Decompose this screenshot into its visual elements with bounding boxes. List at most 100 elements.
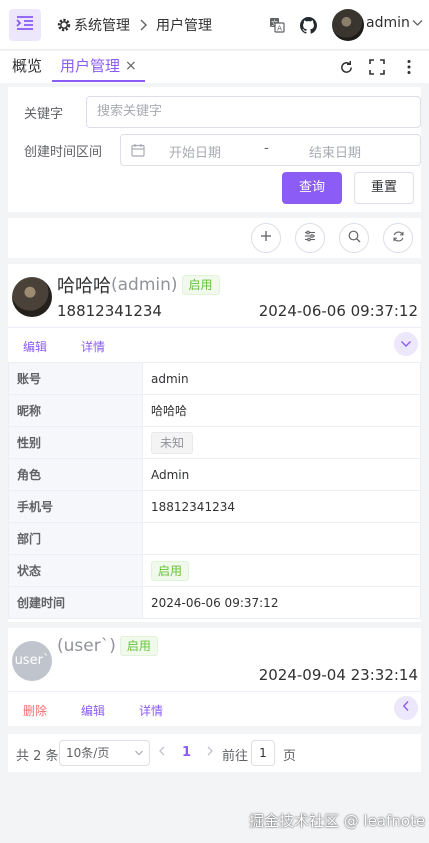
table-row: 昵称 哈哈哈 xyxy=(8,394,421,427)
chevron-left-icon xyxy=(402,700,410,716)
close-icon[interactable]: × xyxy=(125,51,137,81)
edit-button[interactable]: 编辑 xyxy=(23,338,47,355)
detail-key: 手机号 xyxy=(8,490,143,523)
page-size-value: 10条/页 xyxy=(66,746,110,760)
gender-tag: 未知 xyxy=(151,431,194,454)
breadcrumb-item-system[interactable]: 系统管理 xyxy=(74,15,130,35)
delete-button[interactable]: 删除 xyxy=(23,702,47,719)
refresh-icon[interactable] xyxy=(337,58,355,76)
goto-label: 前往 xyxy=(222,749,249,764)
search-icon xyxy=(348,230,361,247)
detail-key: 状态 xyxy=(8,554,143,587)
detail-value: Admin xyxy=(142,458,421,491)
user-created-time: 2024-09-04 23:32:14 xyxy=(258,666,418,684)
table-row: 手机号 18812341234 xyxy=(8,490,421,523)
date-separator: - xyxy=(264,141,269,156)
github-icon[interactable] xyxy=(299,16,317,34)
add-button[interactable] xyxy=(251,223,281,253)
pagination: 共 2 条 10条/页 1 前往 1 页 xyxy=(8,734,421,772)
card-actions: 编辑 详情 xyxy=(8,327,421,361)
column-settings-button[interactable] xyxy=(295,223,325,253)
table-row: 账号 admin xyxy=(8,362,421,395)
date-range-picker[interactable]: 开始日期 - 结束日期 xyxy=(120,134,421,166)
reset-button[interactable]: 重置 xyxy=(354,172,414,204)
detail-key: 部门 xyxy=(8,522,143,555)
table-toolbar xyxy=(8,218,421,258)
query-button[interactable]: 查询 xyxy=(282,172,342,204)
detail-value: 18812341234 xyxy=(142,490,421,523)
user-menu[interactable]: admin xyxy=(366,15,423,31)
breadcrumb-item-users: 用户管理 xyxy=(156,18,212,34)
date-range-label: 创建时间区间 xyxy=(24,145,103,160)
breadcrumb: 系统管理 用户管理 xyxy=(56,14,212,36)
user-phone: 18812341234 xyxy=(57,302,162,320)
detail-button[interactable]: 详情 xyxy=(81,338,105,355)
user-name-row: (user`) 启用 xyxy=(57,636,158,656)
expand-button[interactable] xyxy=(394,696,418,720)
prev-page-button[interactable] xyxy=(158,744,166,762)
top-header: 系统管理 用户管理 文A admin xyxy=(0,0,429,50)
tab-overview[interactable]: 概览 xyxy=(12,51,42,82)
menu-toggle-button[interactable] xyxy=(9,9,41,41)
keyword-label: 关键字 xyxy=(24,107,64,122)
page-unit-label: 页 xyxy=(283,749,297,764)
refresh-icon xyxy=(392,230,405,247)
sliders-icon xyxy=(304,230,316,246)
detail-value: admin xyxy=(142,362,421,395)
chevron-right-icon xyxy=(138,19,148,31)
detail-key: 昵称 xyxy=(8,394,143,427)
next-page-button[interactable] xyxy=(206,744,214,762)
tab-label: 用户管理 xyxy=(60,56,121,75)
detail-key: 创建时间 xyxy=(8,586,143,619)
chevron-down-icon xyxy=(400,337,412,352)
collapse-button[interactable] xyxy=(394,332,418,356)
watermark: 掘金技术社区 @ leafnote xyxy=(249,812,426,830)
end-date-input[interactable]: 结束日期 xyxy=(309,142,361,161)
user-name-row: 哈哈哈 (admin) 启用 xyxy=(57,272,220,298)
detail-value: 2024-06-06 09:37:12 xyxy=(142,586,421,619)
menu-icon xyxy=(16,15,34,35)
status-badge: 启用 xyxy=(181,275,220,295)
chevron-right-icon xyxy=(206,746,214,762)
detail-value: 哈哈哈 xyxy=(142,394,421,427)
chevron-down-icon xyxy=(134,741,144,773)
user-account: (user`) xyxy=(57,636,116,656)
detail-key: 账号 xyxy=(8,362,143,395)
user-avatar xyxy=(12,277,52,317)
translate-icon[interactable]: 文A xyxy=(268,16,286,34)
keyword-input[interactable]: 搜索关键字 xyxy=(86,96,421,128)
calendar-icon xyxy=(131,143,145,161)
status-badge: 启用 xyxy=(119,636,158,656)
reload-button[interactable] xyxy=(383,223,413,253)
gear-icon xyxy=(56,17,72,33)
detail-button[interactable]: 详情 xyxy=(139,702,163,719)
table-row: 状态 启用 xyxy=(8,554,421,587)
user-detail-table: 账号 admin 昵称 哈哈哈 性别 未知 角色 Admin 手机号 1881234123… xyxy=(8,362,421,619)
chevron-left-icon xyxy=(158,746,166,762)
user-account: (admin) xyxy=(111,275,178,295)
chevron-down-icon xyxy=(412,19,423,27)
page-size-select[interactable]: 10条/页 xyxy=(59,740,150,766)
detail-value xyxy=(142,522,421,555)
tab-user-management[interactable]: 用户管理 × xyxy=(52,51,145,82)
user-created-time: 2024-06-06 09:37:12 xyxy=(258,302,418,320)
detail-key: 性别 xyxy=(8,426,143,459)
table-row: 性别 未知 xyxy=(8,426,421,459)
tab-bar: 概览 用户管理 × xyxy=(0,51,429,83)
page-number[interactable]: 1 xyxy=(182,745,191,760)
goto-page-input[interactable]: 1 xyxy=(251,740,275,766)
card-actions: 删除 编辑 详情 xyxy=(8,691,421,725)
user-avatar[interactable] xyxy=(332,9,364,41)
fullscreen-icon[interactable] xyxy=(368,58,386,76)
table-row: 创建时间 2024-06-06 09:37:12 xyxy=(8,586,421,619)
table-row: 部门 xyxy=(8,522,421,555)
username-label: admin xyxy=(366,15,410,31)
search-toggle-button[interactable] xyxy=(339,223,369,253)
more-vertical-icon[interactable] xyxy=(400,58,418,76)
user-card: user` (user`) 启用 2024-09-04 23:32:14 删除 … xyxy=(8,628,421,726)
start-date-input[interactable]: 开始日期 xyxy=(169,142,221,161)
user-nickname: 哈哈哈 xyxy=(57,276,111,297)
svg-text:A: A xyxy=(277,25,282,33)
detail-key: 角色 xyxy=(8,458,143,491)
edit-button[interactable]: 编辑 xyxy=(81,702,105,719)
